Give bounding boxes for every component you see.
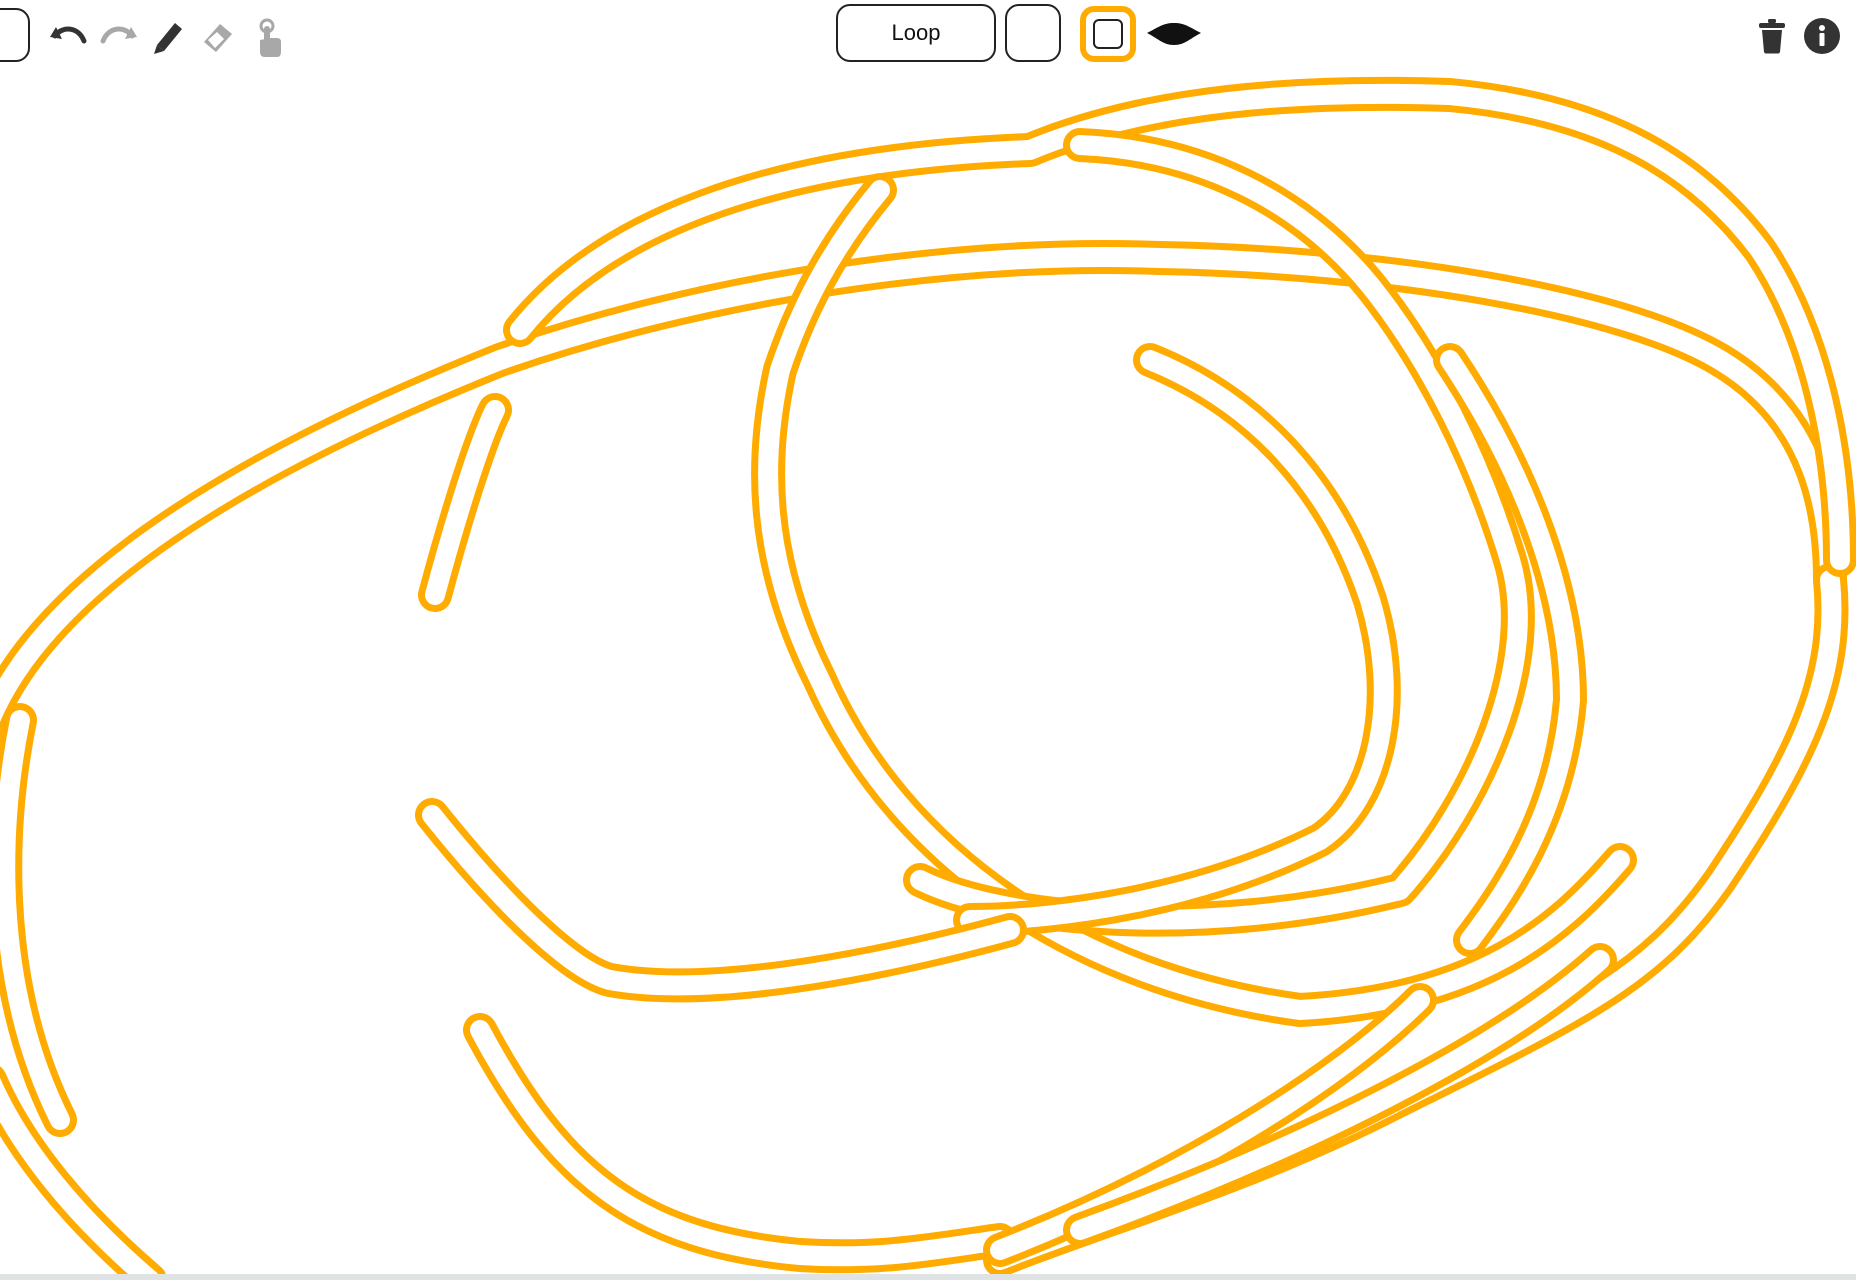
color-swatch-icon[interactable] — [0, 8, 30, 62]
stroke-fill — [470, 1020, 1010, 1267]
touch-icon[interactable] — [250, 16, 286, 60]
toolbar: Loop — [0, 0, 1856, 80]
pen-icon[interactable] — [148, 14, 188, 58]
stroke-fill — [960, 350, 1394, 930]
trash-icon[interactable] — [1754, 16, 1790, 56]
drawing-canvas[interactable] — [0, 0, 1856, 1280]
bottom-edge-bar — [0, 1274, 1856, 1280]
undo-icon[interactable] — [44, 14, 92, 58]
fill-square-icon[interactable] — [1005, 4, 1061, 62]
stroke-inner-square — [1093, 19, 1123, 49]
brush-shape-icon[interactable] — [1144, 16, 1204, 52]
eraser-icon[interactable] — [198, 14, 238, 58]
mode-button-label: Loop — [891, 20, 941, 45]
info-icon[interactable] — [1802, 14, 1842, 58]
mode-button[interactable]: Loop — [836, 4, 996, 62]
stroke-square-icon[interactable] — [1080, 6, 1136, 62]
redo-icon[interactable] — [95, 14, 143, 58]
